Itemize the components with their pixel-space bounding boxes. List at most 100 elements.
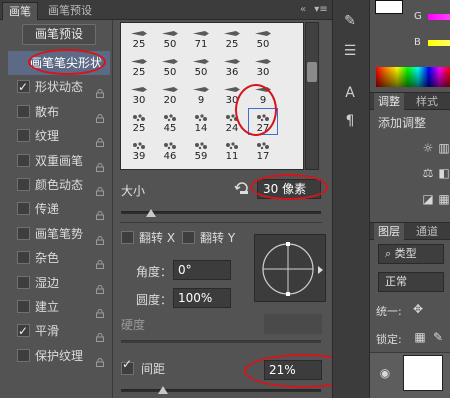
brush-tip-grid[interactable]: 25 50 71 25 50 25 50 50 36 30 30 20 9 30 9 25 45 14 24 27 39… — [120, 22, 304, 170]
lock-icon[interactable] — [96, 253, 104, 270]
brush-icon[interactable]: ✎ — [341, 12, 359, 30]
angle-arrow-icon[interactable] — [318, 266, 323, 274]
brush-setting-item[interactable]: 纹理 — [8, 124, 110, 148]
collapse-icon[interactable]: « — [297, 4, 309, 16]
setting-checkbox[interactable] — [17, 202, 30, 216]
brush-grid-scrollbar[interactable] — [305, 22, 319, 170]
brush-tip[interactable]: 17 — [248, 136, 278, 163]
brush-setting-item[interactable]: 双重画笔 — [8, 149, 110, 173]
channel-mixer-icon[interactable]: ▦ — [436, 192, 450, 206]
levels-icon[interactable]: ▥ — [436, 141, 450, 155]
lock-icon[interactable] — [96, 131, 104, 148]
tab-styles[interactable]: 样式 — [412, 93, 442, 110]
brush-tip[interactable]: 50 — [155, 52, 185, 79]
setting-checkbox[interactable] — [17, 275, 30, 289]
lock-icon[interactable] — [96, 107, 104, 123]
angle-field[interactable]: 0° — [173, 260, 231, 280]
brush-tip[interactable]: 11 — [217, 136, 247, 163]
size-slider-knob[interactable] — [146, 209, 156, 217]
brush-settings-icon[interactable]: ☰ — [341, 42, 359, 60]
setting-checkbox[interactable] — [17, 129, 30, 143]
brush-setting-item[interactable]: 画笔笔势 — [8, 222, 110, 246]
brush-tip[interactable]: 36 — [217, 52, 247, 79]
balance-icon[interactable]: ⚖ — [420, 166, 436, 180]
brush-tip[interactable]: 25 — [124, 108, 154, 135]
tab-adjustments[interactable]: 调整 — [374, 93, 404, 110]
brush-setting-item[interactable]: 建立 — [8, 295, 110, 319]
brush-tip[interactable]: 39 — [124, 136, 154, 163]
brush-tip[interactable]: 59 — [186, 136, 216, 163]
brush-setting-item[interactable]: 散布 — [8, 100, 110, 124]
brightness-icon[interactable]: ☼ — [420, 141, 436, 155]
setting-checkbox[interactable] — [17, 104, 30, 118]
lock-icon[interactable] — [96, 278, 104, 294]
brush-grid-scroll-thumb[interactable] — [307, 62, 317, 82]
setting-checkbox[interactable] — [17, 299, 30, 313]
brush-setting-item[interactable]: 平滑 — [8, 319, 110, 343]
brush-tip[interactable]: 50 — [248, 24, 278, 51]
photo-filter-icon[interactable]: ◪ — [420, 192, 436, 206]
setting-checkbox[interactable] — [17, 348, 30, 362]
blend-mode-dropdown[interactable]: 正常 — [378, 272, 444, 292]
tab-layers[interactable]: 图层 — [374, 223, 404, 240]
tab-brush[interactable]: 画笔 — [2, 2, 38, 20]
brush-tip[interactable]: 71 — [186, 24, 216, 51]
layer-filter-dropdown[interactable]: ⌕ 类型 — [378, 244, 444, 264]
lock-icon[interactable] — [96, 204, 104, 221]
brush-setting-item[interactable]: 传递 — [8, 197, 110, 221]
tab-channels[interactable]: 通道 — [412, 223, 442, 240]
visibility-eye-icon[interactable]: ◉ — [377, 366, 393, 380]
brush-setting-item[interactable]: 形状动态 — [8, 75, 110, 99]
character-icon[interactable]: A — [341, 84, 359, 102]
angle-roundness-preview[interactable] — [254, 234, 326, 302]
brush-tip[interactable]: 50 — [186, 52, 216, 79]
brush-setting-item[interactable]: 杂色 — [8, 246, 110, 270]
annotation-ellipse — [235, 84, 277, 136]
setting-checkbox[interactable] — [17, 251, 30, 265]
lock-icon[interactable] — [96, 302, 104, 318]
lock-icon[interactable] — [96, 82, 104, 99]
lock-paint-icon[interactable]: ✎ — [430, 330, 446, 344]
panel-menu-icon[interactable]: ▾≡ — [312, 3, 330, 17]
spacing-slider-track[interactable] — [121, 389, 321, 392]
flip-y-checkbox[interactable] — [182, 231, 195, 244]
brush-tip[interactable]: 25 — [217, 24, 247, 51]
lock-icon[interactable] — [96, 229, 104, 245]
flip-x-checkbox[interactable] — [121, 231, 134, 244]
brush-tip[interactable]: 25 — [124, 24, 154, 51]
reset-size-icon[interactable] — [234, 181, 250, 195]
brush-presets-button[interactable]: 画笔预设 — [22, 24, 96, 45]
brush-setting-item[interactable]: 保护纹理 — [8, 344, 110, 368]
setting-checkbox[interactable] — [17, 75, 30, 99]
tab-brush-presets[interactable]: 画笔预设 — [42, 2, 98, 20]
lock-icon[interactable] — [96, 351, 104, 367]
brush-tip[interactable]: 30 — [248, 52, 278, 79]
spacing-checkbox[interactable] — [121, 357, 134, 375]
brush-tip[interactable]: 9 — [186, 80, 216, 107]
brush-tip[interactable]: 20 — [155, 80, 185, 107]
brush-tip[interactable]: 46 — [155, 136, 185, 163]
brush-setting-item[interactable]: 颜色动态 — [8, 173, 110, 197]
lock-icon[interactable] — [96, 326, 104, 343]
setting-checkbox[interactable] — [17, 226, 30, 240]
brush-tip[interactable]: 25 — [124, 52, 154, 79]
lock-icon[interactable] — [96, 180, 104, 196]
brush-tip[interactable]: 50 — [155, 24, 185, 51]
setting-checkbox[interactable] — [17, 177, 30, 191]
bw-icon[interactable]: ◧ — [436, 166, 450, 180]
foreground-color-swatch[interactable] — [375, 0, 403, 14]
setting-checkbox[interactable] — [17, 319, 30, 343]
brush-tip[interactable]: 14 — [186, 108, 216, 135]
b-slider[interactable] — [428, 40, 450, 46]
roundness-field[interactable]: 100% — [173, 288, 231, 308]
brush-setting-item[interactable]: 湿边 — [8, 271, 110, 295]
brush-tip[interactable]: 45 — [155, 108, 185, 135]
spacing-slider-knob[interactable] — [158, 386, 168, 394]
g-slider[interactable] — [428, 14, 450, 20]
brush-tip[interactable]: 30 — [124, 80, 154, 107]
setting-checkbox[interactable] — [17, 153, 30, 167]
lock-icon[interactable] — [96, 156, 104, 172]
unify-position-icon[interactable]: ✥ — [410, 302, 426, 316]
paragraph-icon[interactable]: ¶ — [341, 112, 359, 130]
lock-pixels-icon[interactable]: ▦ — [412, 330, 428, 344]
